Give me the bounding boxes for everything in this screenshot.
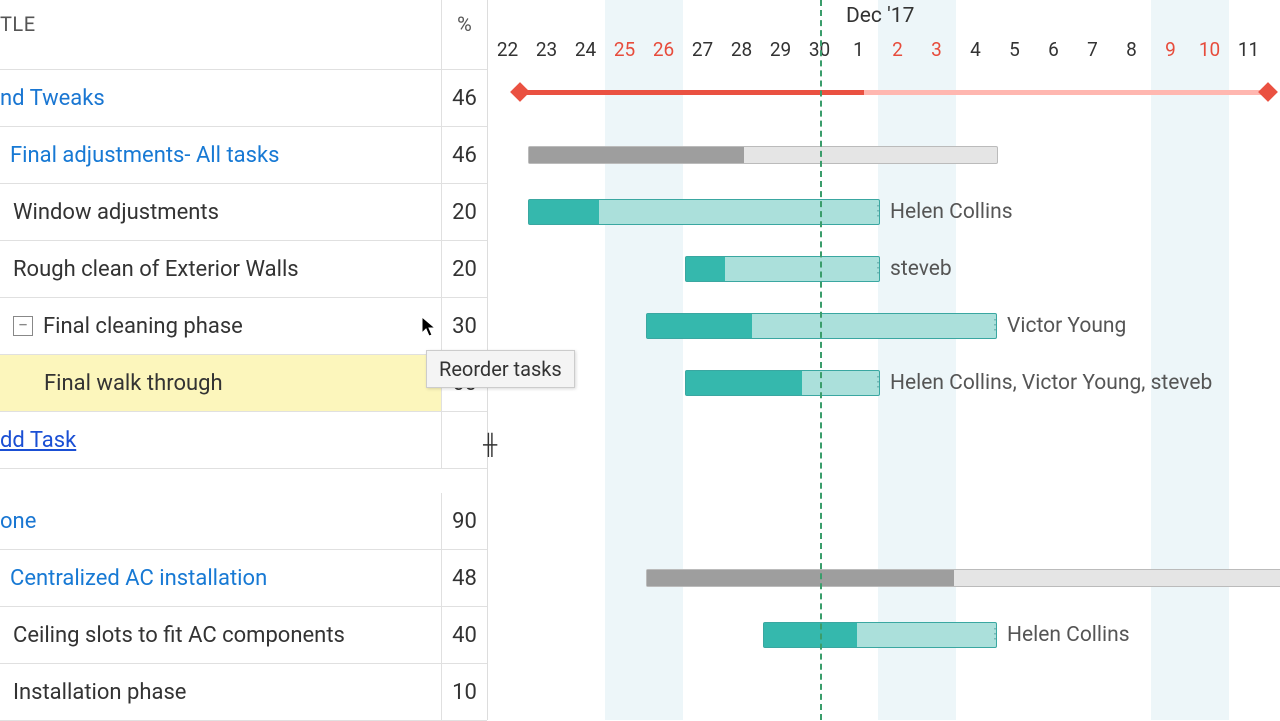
timeline-header: Dec '17 2223242526272829301234567891011 bbox=[488, 0, 1280, 70]
assignee-label: Helen Collins bbox=[1007, 623, 1130, 647]
task-bar[interactable]: ⋮ bbox=[685, 256, 880, 282]
task-title: one bbox=[0, 509, 36, 534]
task-title: Final walk through bbox=[44, 371, 223, 396]
day-label: 29 bbox=[761, 38, 800, 61]
task-list-panel: TLE % nd Tweaks46Final adjustments- All … bbox=[0, 0, 488, 720]
day-label: 6 bbox=[1034, 38, 1073, 61]
month-label: Dec '17 bbox=[846, 4, 914, 28]
task-title: Rough clean of Exterior Walls bbox=[13, 257, 299, 282]
task-row-r0[interactable]: nd Tweaks 46 bbox=[0, 70, 487, 127]
percent-column-header[interactable]: % bbox=[441, 0, 487, 69]
collapse-icon[interactable]: − bbox=[13, 316, 33, 336]
task-bar[interactable]: ⋮ bbox=[763, 622, 997, 648]
milestone-end-diamond[interactable] bbox=[1258, 82, 1278, 102]
task-row-r2[interactable]: Window adjustments 20 bbox=[0, 184, 487, 241]
task-row-r6[interactable]: one 90 bbox=[0, 493, 487, 550]
task-row-r4[interactable]: −Final cleaning phase 30 bbox=[0, 298, 487, 355]
today-line bbox=[820, 0, 822, 720]
task-bar[interactable]: ⋮ bbox=[685, 370, 880, 396]
task-percent: 90 bbox=[441, 493, 487, 549]
day-label: 5 bbox=[995, 38, 1034, 61]
day-label: 3 bbox=[917, 38, 956, 61]
assignee-label: Helen Collins bbox=[890, 200, 1013, 224]
task-row-r3[interactable]: Rough clean of Exterior Walls 20 bbox=[0, 241, 487, 298]
task-title: Centralized AC installation bbox=[10, 566, 267, 591]
day-label: 8 bbox=[1112, 38, 1151, 61]
bar-resize-handle[interactable]: ⋮ bbox=[988, 626, 992, 644]
bar-resize-handle[interactable]: ⋮ bbox=[871, 203, 875, 221]
task-bar[interactable]: ⋮ bbox=[646, 313, 997, 339]
day-label: 11 bbox=[1229, 38, 1268, 61]
task-title: nd Tweaks bbox=[0, 86, 105, 111]
day-label: 28 bbox=[722, 38, 761, 61]
day-label: 9 bbox=[1151, 38, 1190, 61]
task-percent: 20 bbox=[441, 184, 487, 240]
task-title: Ceiling slots to fit AC components bbox=[13, 623, 345, 648]
day-label: 4 bbox=[956, 38, 995, 61]
assignee-label: steveb bbox=[890, 257, 952, 281]
task-percent: 10 bbox=[441, 664, 487, 720]
task-percent: 20 bbox=[441, 241, 487, 297]
task-percent: 40 bbox=[441, 607, 487, 663]
task-row-r8[interactable]: Ceiling slots to fit AC components 40 bbox=[0, 607, 487, 664]
bar-resize-handle[interactable]: ⋮ bbox=[988, 317, 992, 335]
task-row-r5[interactable]: Final walk through60 bbox=[0, 355, 487, 412]
summary-bar[interactable] bbox=[646, 569, 1280, 587]
day-label: 7 bbox=[1073, 38, 1112, 61]
task-row-r7[interactable]: Centralized AC installation 48 bbox=[0, 550, 487, 607]
add-task-link[interactable]: dd Task bbox=[0, 412, 487, 469]
day-label: 27 bbox=[683, 38, 722, 61]
task-percent: 46 bbox=[441, 70, 487, 126]
task-list-header: TLE % bbox=[0, 0, 487, 70]
day-labels: 2223242526272829301234567891011 bbox=[488, 38, 1268, 61]
milestone-start-diamond[interactable] bbox=[510, 82, 530, 102]
task-title: Installation phase bbox=[13, 680, 186, 705]
task-row-r9[interactable]: Installation phase 10 bbox=[0, 664, 487, 721]
task-bar[interactable]: ⋮ bbox=[528, 199, 880, 225]
task-percent: 48 bbox=[441, 550, 487, 606]
task-title: Final cleaning phase bbox=[43, 314, 243, 339]
task-row-r1[interactable]: Final adjustments- All tasks 46 bbox=[0, 127, 487, 184]
day-label: 10 bbox=[1190, 38, 1229, 61]
bar-resize-handle[interactable]: ⋮ bbox=[871, 374, 875, 392]
task-title: Final adjustments- All tasks bbox=[10, 143, 279, 168]
day-label: 2 bbox=[878, 38, 917, 61]
day-label: 23 bbox=[527, 38, 566, 61]
summary-bar[interactable] bbox=[528, 146, 998, 164]
assignee-label: Helen Collins, Victor Young, steveb bbox=[890, 371, 1212, 395]
day-label: 25 bbox=[605, 38, 644, 61]
bar-resize-handle[interactable]: ⋮ bbox=[871, 260, 875, 278]
reorder-tooltip: Reorder tasks bbox=[426, 350, 575, 388]
task-title: Window adjustments bbox=[13, 200, 219, 225]
day-label: 22 bbox=[488, 38, 527, 61]
task-percent: 46 bbox=[441, 127, 487, 183]
pane-splitter[interactable]: ╫ bbox=[483, 432, 497, 457]
day-label: 1 bbox=[839, 38, 878, 61]
day-label: 24 bbox=[566, 38, 605, 61]
title-column-header[interactable]: TLE bbox=[0, 0, 441, 69]
assignee-label: Victor Young bbox=[1007, 314, 1126, 338]
day-label: 26 bbox=[644, 38, 683, 61]
gantt-panel[interactable]: Dec '17 2223242526272829301234567891011 … bbox=[488, 0, 1280, 720]
task-percent: 30 bbox=[441, 298, 487, 354]
